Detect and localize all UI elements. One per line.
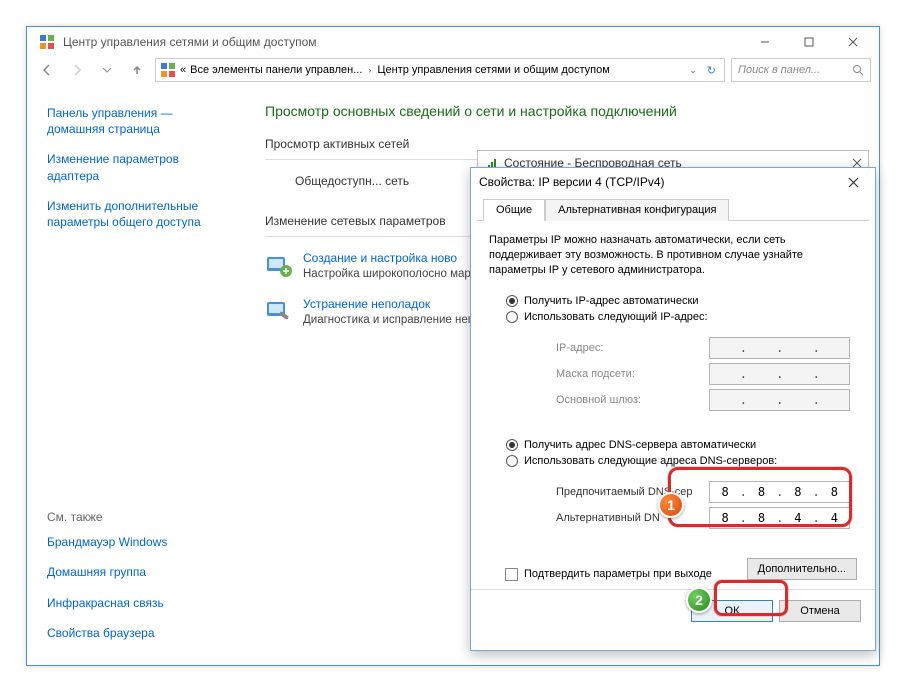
ipv4-properties-dialog: Свойства: IP версии 4 (TCP/IPv4) Общие А…: [470, 167, 876, 651]
label-subnet-mask: Маска подсети:: [556, 368, 709, 380]
checkbox-confirm-on-exit[interactable]: [505, 568, 518, 581]
radio-dns-manual-label: Использовать следующие адреса DNS-сервер…: [524, 455, 777, 467]
radio-icon: [506, 311, 518, 323]
radio-icon: [506, 295, 518, 307]
refresh-icon[interactable]: ↻: [703, 64, 720, 77]
ip-group: Получить IP-адрес автоматически Использо…: [489, 288, 857, 432]
search-input[interactable]: Поиск в панел...: [731, 58, 871, 82]
nav-back-button[interactable]: [35, 58, 59, 82]
annotation-badge-1: 1: [658, 492, 684, 518]
sidebar: Панель управления — домашняя страница Из…: [27, 87, 245, 665]
nav-forward-button[interactable]: [65, 58, 89, 82]
address-bar: « Все элементы панели управлен... › Цент…: [27, 57, 879, 87]
sidebar-see-also-3[interactable]: Свойства браузера: [47, 625, 229, 641]
breadcrumb-icon: [160, 62, 176, 78]
sidebar-home-link[interactable]: Панель управления — домашняя страница: [47, 105, 229, 137]
tab-general[interactable]: Общие: [483, 199, 545, 221]
breadcrumb-seg1[interactable]: Все элементы панели управлен...: [190, 64, 362, 76]
nav-recent-button[interactable]: [95, 58, 119, 82]
sidebar-link-sharing[interactable]: Изменить дополнительные параметры общего…: [47, 198, 229, 230]
dialog-tabs: Общие Альтернативная конфигурация: [477, 196, 869, 221]
radio-icon: [506, 439, 518, 451]
input-ip-address: ...: [709, 337, 850, 359]
radio-dns-manual[interactable]: Использовать следующие адреса DNS-сервер…: [506, 455, 856, 467]
radio-ip-auto-label: Получить IP-адрес автоматически: [524, 295, 698, 307]
minimize-button[interactable]: [743, 28, 787, 56]
annotation-badge-2: 2: [686, 587, 712, 613]
troubleshoot-icon: [265, 297, 293, 325]
sidebar-see-also-1[interactable]: Домашняя группа: [47, 564, 229, 580]
tab-alternate[interactable]: Альтернативная конфигурация: [545, 199, 729, 221]
input-alternate-dns[interactable]: 8. 8. 4. 4: [709, 507, 850, 529]
dialog-titlebar[interactable]: Свойства: IP версии 4 (TCP/IPv4): [471, 168, 875, 196]
dialog-intro-text: Параметры IP можно назначать автоматичес…: [489, 233, 857, 278]
radio-ip-manual-label: Использовать следующий IP-адрес:: [524, 311, 708, 323]
dialog-title: Свойства: IP версии 4 (TCP/IPv4): [479, 175, 839, 189]
app-icon: [39, 34, 55, 50]
breadcrumb-dropdown[interactable]: ⌄: [687, 65, 699, 76]
sidebar-see-also-0[interactable]: Брандмауэр Windows: [47, 534, 229, 550]
window-title: Центр управления сетями и общим доступом: [63, 35, 743, 49]
sidebar-see-also-header: См. также: [47, 510, 229, 524]
radio-ip-manual[interactable]: Использовать следующий IP-адрес:: [506, 311, 856, 323]
page-title: Просмотр основных сведений о сети и наст…: [265, 103, 859, 119]
label-preferred-dns: Предпочитаемый DNS-сер: [556, 486, 709, 498]
titlebar: Центр управления сетями и общим доступом: [27, 27, 879, 57]
label-ip-address: IP-адрес:: [556, 342, 709, 354]
breadcrumb-prefix: «: [180, 64, 186, 76]
sidebar-link-adapter[interactable]: Изменение параметров адаптера: [47, 151, 229, 183]
input-preferred-dns[interactable]: 8. 8. 8. 8: [709, 481, 850, 503]
section-active-networks: Просмотр активных сетей: [265, 137, 859, 151]
advanced-button[interactable]: Дополнительно...: [747, 558, 857, 580]
nav-up-button[interactable]: [125, 58, 149, 82]
radio-icon: [506, 455, 518, 467]
search-icon: [852, 64, 864, 76]
input-subnet-mask: ...: [709, 363, 850, 385]
dns-group: Получить адрес DNS-сервера автоматически…: [489, 432, 857, 550]
checkbox-confirm-label: Подтвердить параметры при выходе: [524, 568, 712, 580]
cancel-button[interactable]: Отмена: [779, 600, 861, 622]
close-button[interactable]: [831, 28, 875, 56]
radio-ip-auto[interactable]: Получить IP-адрес автоматически: [506, 295, 856, 307]
label-alternate-dns: Альтернативный DN: [556, 512, 709, 524]
radio-dns-auto-label: Получить адрес DNS-сервера автоматически: [524, 439, 756, 451]
dialog-close-button[interactable]: [839, 170, 867, 194]
breadcrumb[interactable]: « Все элементы панели управлен... › Цент…: [155, 58, 725, 82]
label-gateway: Основной шлюз:: [556, 394, 709, 406]
input-gateway: ...: [709, 389, 850, 411]
radio-dns-auto[interactable]: Получить адрес DNS-сервера автоматически: [506, 439, 856, 451]
breadcrumb-seg2[interactable]: Центр управления сетями и общим доступом: [377, 64, 609, 76]
search-placeholder: Поиск в панел...: [738, 64, 820, 76]
dialog-footer: ОК Отмена: [471, 589, 875, 632]
chevron-right-icon[interactable]: ›: [366, 65, 373, 75]
sidebar-see-also-2[interactable]: Инфракрасная связь: [47, 595, 229, 611]
new-connection-icon: [265, 251, 293, 279]
maximize-button[interactable]: [787, 28, 831, 56]
